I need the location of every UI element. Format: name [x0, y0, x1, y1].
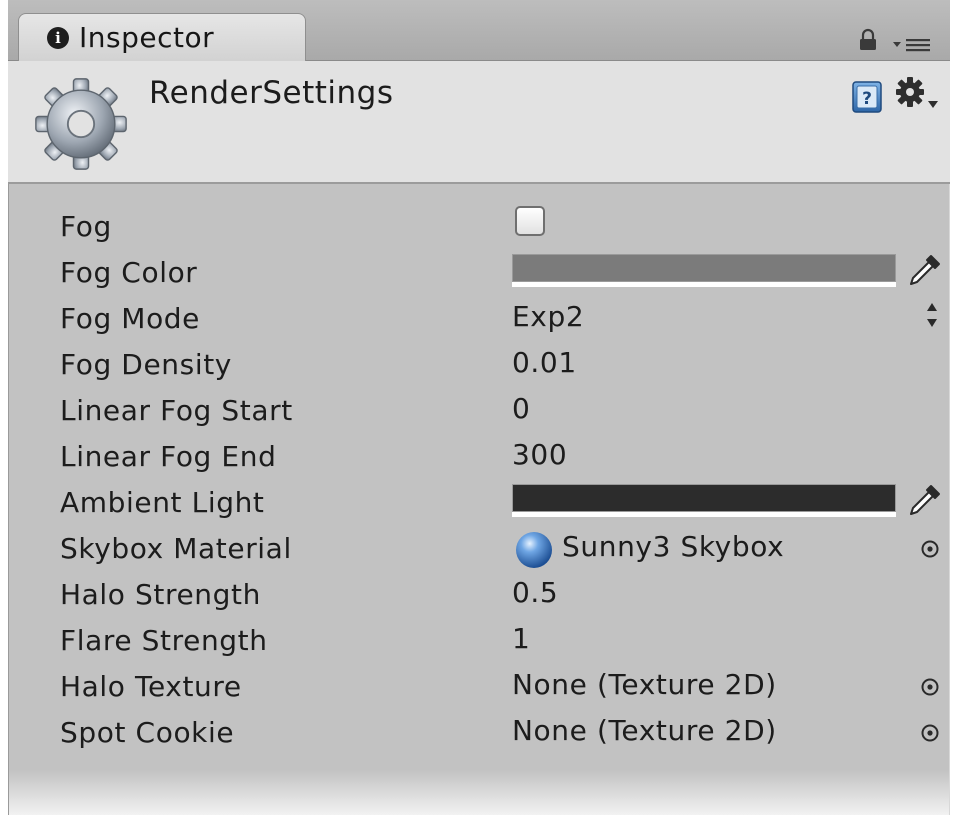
dropdown-arrows-icon[interactable]	[925, 300, 939, 330]
property-label: Fog Density	[60, 348, 232, 381]
property-row-halo-strength: Halo Strength 0.5	[9, 572, 949, 618]
fog-color-swatch	[512, 254, 896, 282]
halo-strength-field[interactable]: 0.5	[512, 576, 558, 609]
lock-icon[interactable]	[858, 28, 878, 52]
halo-texture-field[interactable]: None (Texture 2D)	[512, 668, 777, 701]
property-row-flare-strength: Flare Strength 1	[9, 618, 949, 664]
tab-menu-icon[interactable]	[892, 36, 932, 52]
property-label: Fog	[60, 210, 112, 243]
property-row-linear-fog-start: Linear Fog Start 0	[9, 388, 949, 434]
property-label: Skybox Material	[60, 532, 292, 565]
component-title: RenderSettings	[149, 75, 394, 111]
fog-color-alpha-bar	[512, 282, 896, 287]
property-label: Linear Fog End	[60, 440, 277, 473]
property-label: Fog Mode	[60, 302, 201, 335]
property-label: Linear Fog Start	[60, 394, 293, 427]
flare-strength-field[interactable]: 1	[512, 622, 530, 655]
property-row-ambient-light: Ambient Light	[9, 480, 949, 526]
sphere-icon	[516, 532, 552, 568]
property-label: Fog Color	[60, 256, 198, 289]
panel-bottom-fade	[9, 770, 949, 815]
help-icon[interactable]: ?	[851, 81, 883, 113]
property-row-spot-cookie: Spot Cookie None (Texture 2D)	[9, 710, 949, 756]
ambient-light-alpha-bar	[512, 512, 896, 517]
linear-fog-start-field[interactable]: 0	[512, 392, 530, 425]
eyedropper-icon[interactable]	[907, 250, 941, 288]
svg-text:?: ?	[862, 89, 872, 109]
ambient-light-field[interactable]	[512, 484, 896, 518]
property-row-linear-fog-end: Linear Fog End 300	[9, 434, 949, 480]
tab-label: Inspector	[79, 21, 215, 54]
property-label: Ambient Light	[60, 486, 265, 519]
fog-mode-dropdown[interactable]: Exp2	[512, 300, 584, 333]
property-row-fog: Fog	[9, 204, 949, 250]
component-header: RenderSettings ?	[8, 61, 950, 184]
property-label: Halo Texture	[60, 670, 242, 703]
fog-color-field[interactable]	[512, 254, 896, 288]
fog-checkbox[interactable]	[515, 206, 545, 236]
info-icon: i	[47, 26, 69, 49]
property-row-fog-mode: Fog Mode Exp2	[9, 296, 949, 342]
property-label: Spot Cookie	[60, 716, 235, 749]
property-row-fog-density: Fog Density 0.01	[9, 342, 949, 388]
ambient-light-swatch	[512, 484, 896, 512]
property-label: Halo Strength	[60, 578, 261, 611]
property-panel: Fog Fog Color Fog Mode Exp2 Fog Density	[8, 184, 950, 815]
property-row-skybox-material: Skybox Material Sunny3 Skybox	[9, 526, 949, 572]
object-picker-icon[interactable]	[919, 722, 941, 744]
property-row-fog-color: Fog Color	[9, 250, 949, 296]
linear-fog-end-field[interactable]: 300	[512, 438, 567, 471]
skybox-material-field[interactable]: Sunny3 Skybox	[562, 530, 784, 563]
spot-cookie-field[interactable]: None (Texture 2D)	[512, 714, 777, 747]
tab-strip: i Inspector	[8, 0, 950, 61]
object-picker-icon[interactable]	[919, 676, 941, 698]
fog-density-field[interactable]: 0.01	[512, 346, 577, 379]
tab-inspector[interactable]: i Inspector	[18, 13, 306, 61]
object-picker-icon[interactable]	[919, 538, 941, 560]
gear-icon	[35, 78, 127, 170]
property-row-halo-texture: Halo Texture None (Texture 2D)	[9, 664, 949, 710]
property-label: Flare Strength	[60, 624, 268, 657]
inspector-window: i Inspector RenderSettings ? Fog Fog Col…	[8, 0, 950, 815]
settings-gear-icon[interactable]	[894, 75, 940, 117]
eyedropper-icon[interactable]	[907, 480, 941, 518]
